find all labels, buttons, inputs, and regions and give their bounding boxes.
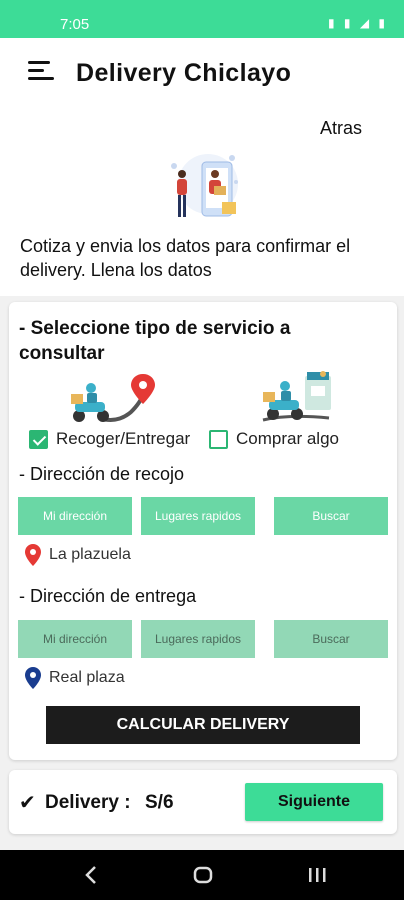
service-type-title: - Seleccione tipo de servicio a consulta… — [19, 318, 291, 364]
intro-text: Cotiza y envia los datos para confirmar … — [20, 236, 351, 280]
delivery-price-label: Delivery : — [45, 792, 131, 813]
pickup-place: La plazuela — [25, 544, 131, 566]
dropoff-search-button[interactable]: Buscar — [274, 620, 388, 658]
checked-checkbox-icon[interactable] — [29, 429, 48, 449]
pickup-place-name: La plazuela — [49, 546, 131, 563]
dropoff-my-address-button[interactable]: Mi dirección — [18, 620, 132, 658]
dropoff-address-label: - Dirección de entrega — [19, 586, 197, 606]
intro-section: Atras Cotiza y envia los datos para conf… — [0, 108, 404, 296]
system-navigation-bar — [0, 850, 404, 900]
next-button[interactable]: Siguiente — [245, 783, 383, 821]
delivery-summary-card: ✔ Delivery : S/6 Siguiente — [9, 770, 397, 834]
pickup-address-buttons: Mi dirección Lugares rapidos Buscar — [18, 497, 388, 535]
status-icons: ▮ ▮ ◢ ▮ — [327, 16, 388, 30]
pickup-my-address-button[interactable]: Mi dirección — [18, 497, 132, 535]
app-bar: Delivery Chiclayo — [0, 38, 404, 108]
option-comprar-algo[interactable]: Comprar algo — [209, 428, 339, 450]
back-icon[interactable] — [84, 864, 98, 886]
blue-location-pin-icon — [25, 667, 41, 689]
dropoff-address-buttons: Mi dirección Lugares rapidos Buscar — [18, 620, 388, 658]
service-form-card: - Seleccione tipo de servicio a consulta… — [9, 302, 397, 760]
dropoff-place: Real plaza — [25, 667, 125, 689]
option-label: Recoger/Entregar — [56, 429, 191, 448]
check-mark-icon: ✔ — [19, 792, 36, 814]
status-time: 7:05 — [60, 16, 90, 33]
pickup-search-button[interactable]: Buscar — [274, 497, 388, 535]
home-icon[interactable] — [192, 864, 214, 886]
delivery-store-icon — [262, 371, 331, 422]
calculate-delivery-button[interactable]: CALCULAR DELIVERY — [46, 706, 360, 744]
pickup-address-label: - Dirección de recojo — [19, 464, 185, 484]
option-recoger-entregar[interactable]: Recoger/Entregar — [29, 428, 190, 450]
red-location-pin-icon — [25, 544, 41, 566]
delivery-person-phone-illustration — [171, 154, 238, 217]
dropoff-quick-places-button[interactable]: Lugares rapidos — [141, 620, 255, 658]
pickup-quick-places-button[interactable]: Lugares rapidos — [141, 497, 255, 535]
option-label: Comprar algo — [236, 429, 339, 448]
app-title: Delivery Chiclayo — [76, 59, 292, 87]
delivery-route-icon — [71, 374, 155, 422]
recent-apps-icon[interactable] — [306, 864, 328, 886]
dropoff-place-name: Real plaza — [49, 669, 125, 686]
status-bar: 7:05 ▮ ▮ ◢ ▮ — [0, 0, 404, 38]
hamburger-menu-icon[interactable] — [28, 60, 54, 82]
back-link[interactable]: Atras — [320, 118, 362, 139]
unchecked-checkbox-icon[interactable] — [209, 429, 228, 449]
delivery-price-value: S/6 — [145, 792, 174, 813]
